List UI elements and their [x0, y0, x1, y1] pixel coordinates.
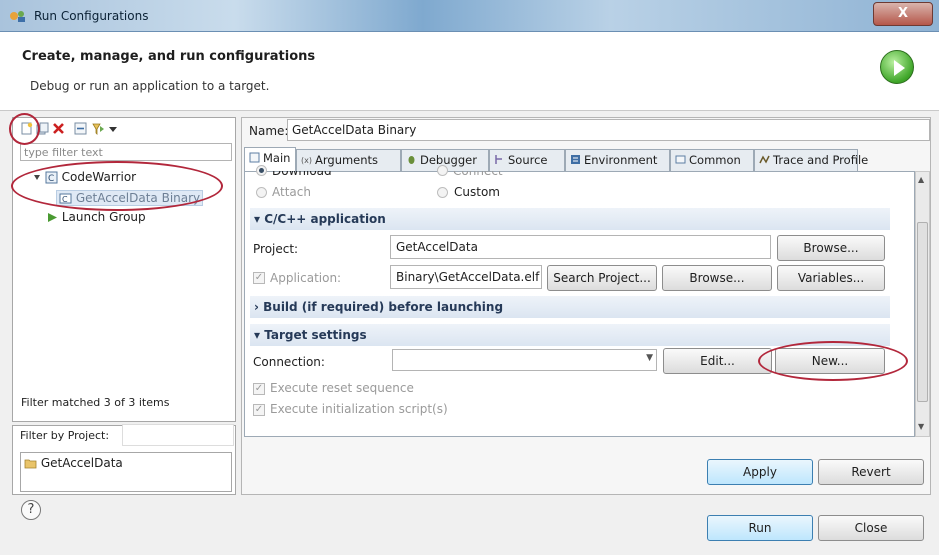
browse-project-button[interactable]: Browse... — [777, 235, 885, 261]
project-field[interactable]: GetAccelData — [390, 235, 771, 259]
tab-source[interactable]: Source — [489, 149, 565, 171]
chevron-down-icon[interactable]: ▼ — [646, 353, 653, 363]
custom-label: Custom — [454, 185, 500, 199]
attach-label: Attach — [272, 185, 311, 199]
config-tree-panel — [12, 117, 236, 422]
project-label: Project: — [253, 242, 299, 256]
bug-icon — [408, 156, 415, 164]
trace-icon — [759, 155, 770, 164]
tree-item-label: CodeWarrior — [61, 170, 137, 184]
arguments-icon: (x) — [301, 156, 312, 165]
init-script-checkbox[interactable]: ✓ — [253, 404, 265, 416]
expand-arrow-icon[interactable] — [33, 173, 41, 183]
connection-combo[interactable]: ▼ — [392, 349, 657, 371]
application-checkbox[interactable]: ✓ — [253, 272, 265, 284]
name-label: Name: — [249, 124, 289, 138]
apply-button[interactable]: Apply — [707, 459, 813, 485]
connect-radio[interactable] — [437, 165, 448, 176]
delete-config-icon[interactable] — [52, 122, 65, 135]
folder-icon — [24, 459, 37, 469]
edit-connection-button[interactable]: Edit... — [663, 348, 772, 374]
filter-input[interactable] — [20, 143, 232, 161]
svg-text:C: C — [62, 195, 68, 204]
tree-item-getacceldata-binary[interactable]: C GetAccelData Binary — [56, 190, 204, 206]
window-close-button[interactable]: X — [873, 2, 933, 26]
variables-button[interactable]: Variables... — [777, 265, 885, 291]
common-icon — [675, 155, 686, 164]
c-app-section-header[interactable]: ▾ C/C++ application — [250, 208, 890, 230]
header-title: Create, manage, and run configurations — [22, 49, 316, 64]
config-tabs: Main (x) Arguments Debugger Source Enviro… — [244, 147, 930, 171]
filter-status: Filter matched 3 of 3 items — [21, 396, 170, 409]
tab-common[interactable]: Common — [670, 149, 754, 171]
tab-environment[interactable]: Environment — [565, 149, 670, 171]
codewarrior-icon: C — [45, 171, 58, 184]
filter-by-project-input[interactable] — [122, 424, 234, 446]
tree-item-label: GetAccelData Binary — [75, 191, 201, 205]
help-icon[interactable]: ? — [21, 500, 41, 520]
tab-arguments[interactable]: (x) Arguments — [296, 149, 401, 171]
svg-text:C: C — [48, 174, 54, 184]
build-section-header[interactable]: › Build (if required) before launching — [250, 296, 890, 318]
init-script-label: Execute initialization script(s) — [270, 402, 448, 416]
project-item-getacceldata[interactable]: GetAccelData — [24, 456, 123, 470]
custom-radio[interactable] — [437, 187, 448, 198]
play-icon — [894, 60, 905, 76]
header-subtitle: Debug or run an application to a target. — [30, 79, 270, 93]
scroll-thumb[interactable] — [917, 222, 928, 402]
left-toolbar — [14, 117, 234, 141]
tree-item-codewarrior[interactable]: C CodeWarrior — [33, 170, 136, 184]
scroll-down-arrow[interactable]: ▼ — [918, 422, 924, 431]
application-label: Application: — [270, 271, 342, 285]
close-button[interactable]: Close — [818, 515, 924, 541]
tab-trace-and-profile[interactable]: Trace and Profile — [754, 149, 868, 171]
binary-config-icon: C — [59, 193, 72, 204]
browse-application-button[interactable]: Browse... — [662, 265, 772, 291]
new-config-icon[interactable] — [20, 122, 33, 135]
tab-main[interactable]: Main — [244, 147, 296, 171]
tree-item-launch-group[interactable]: Launch Group — [47, 210, 146, 224]
window-title: Run Configurations — [34, 9, 149, 23]
search-project-button[interactable]: Search Project... — [547, 265, 657, 291]
connection-label: Connection: — [253, 355, 325, 369]
filter-icon[interactable] — [92, 122, 105, 135]
dialog-header: Create, manage, and run configurations D… — [0, 32, 939, 111]
run-button[interactable]: Run — [707, 515, 813, 541]
chevron-down-icon[interactable] — [109, 122, 117, 135]
svg-text:(x): (x) — [301, 156, 312, 165]
tree-item-label: Launch Group — [61, 210, 146, 224]
vertical-scrollbar[interactable]: ▲ ▼ — [915, 171, 930, 437]
source-icon — [495, 155, 502, 164]
application-field[interactable]: Binary\GetAccelData.elf — [390, 265, 542, 289]
filter-by-project-label: Filter by Project: — [20, 429, 110, 442]
main-tab-icon — [249, 152, 260, 163]
revert-button[interactable]: Revert — [818, 459, 924, 485]
eclipse-run-icon — [10, 11, 25, 22]
download-radio[interactable] — [256, 165, 267, 176]
environment-icon — [571, 155, 580, 164]
title-bar: Run Configurations X — [0, 0, 939, 32]
launch-group-icon — [48, 213, 57, 222]
attach-radio[interactable] — [256, 187, 267, 198]
reset-sequence-label: Execute reset sequence — [270, 381, 414, 395]
scroll-up-arrow[interactable]: ▲ — [918, 175, 924, 184]
config-name-input[interactable] — [287, 119, 930, 141]
duplicate-config-icon[interactable] — [36, 122, 49, 135]
collapse-all-icon[interactable] — [74, 122, 87, 135]
run-play-icon — [880, 50, 914, 84]
reset-sequence-checkbox[interactable]: ✓ — [253, 383, 265, 395]
new-connection-button[interactable]: New... — [775, 348, 885, 374]
target-settings-section-header[interactable]: ▾ Target settings — [250, 324, 890, 346]
